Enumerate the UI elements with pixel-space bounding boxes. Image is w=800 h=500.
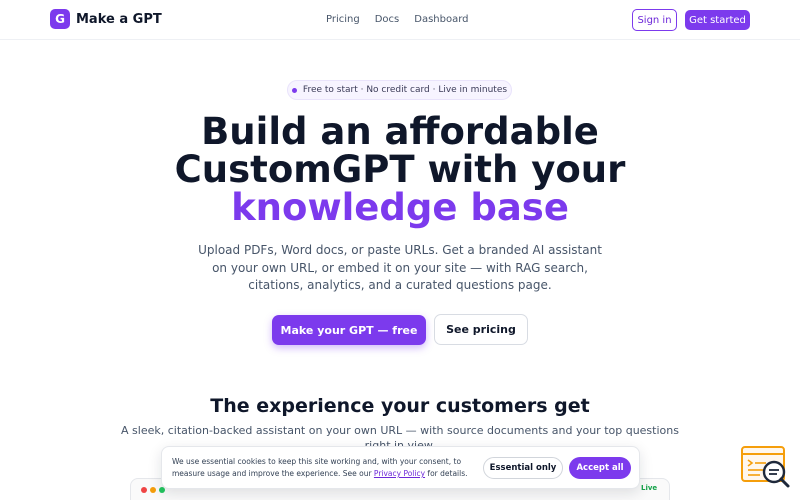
hero-title: Build an affordable CustomGPT with your … [0,113,800,227]
nav-pricing[interactable]: Pricing [326,14,360,25]
hero-title-line2: CustomGPT with your [174,148,626,191]
window-close-dot-icon [141,487,147,493]
logo-mark: G [50,9,70,29]
privacy-policy-link[interactable]: Privacy Policy [374,469,425,478]
see-pricing-button[interactable]: See pricing [434,314,528,345]
hero-badge-text: Free to start · No credit card · Live in… [302,85,508,95]
get-started-button[interactable]: Get started [685,10,750,30]
essential-only-button[interactable]: Essential only [483,457,563,479]
cookie-text-end: for details. [425,469,468,478]
section-title: The experience your customers get [210,395,590,417]
accept-all-button[interactable]: Accept all [569,457,631,479]
nav-docs[interactable]: Docs [375,14,400,25]
hero-subtitle: Upload PDFs, Word docs, or paste URLs. G… [198,243,602,292]
hero-title-line1: Build an affordable [201,110,599,153]
status-dot-icon [291,87,297,93]
cookie-text: We use essential cookies to keep this si… [172,456,482,480]
brand-name: Make a GPT [76,11,162,27]
hero-title-accent: knowledge base [231,186,569,229]
window-minimize-dot-icon [150,487,156,493]
main-nav: Pricing Docs Dashboard [326,14,484,25]
logo[interactable]: G Make a GPT [50,9,162,29]
nav-dashboard[interactable]: Dashboard [414,14,468,25]
hero-badge: Free to start · No credit card · Live in… [287,80,512,100]
site-header: G Make a GPT Pricing Docs Dashboard Sign… [0,0,800,40]
chat-search-widget-icon[interactable] [740,445,792,491]
live-label: Live [641,484,658,492]
sign-in-button[interactable]: Sign in [632,9,677,31]
cookie-banner: We use essential cookies to keep this si… [161,446,640,489]
make-gpt-button[interactable]: Make your GPT — free [272,315,426,345]
